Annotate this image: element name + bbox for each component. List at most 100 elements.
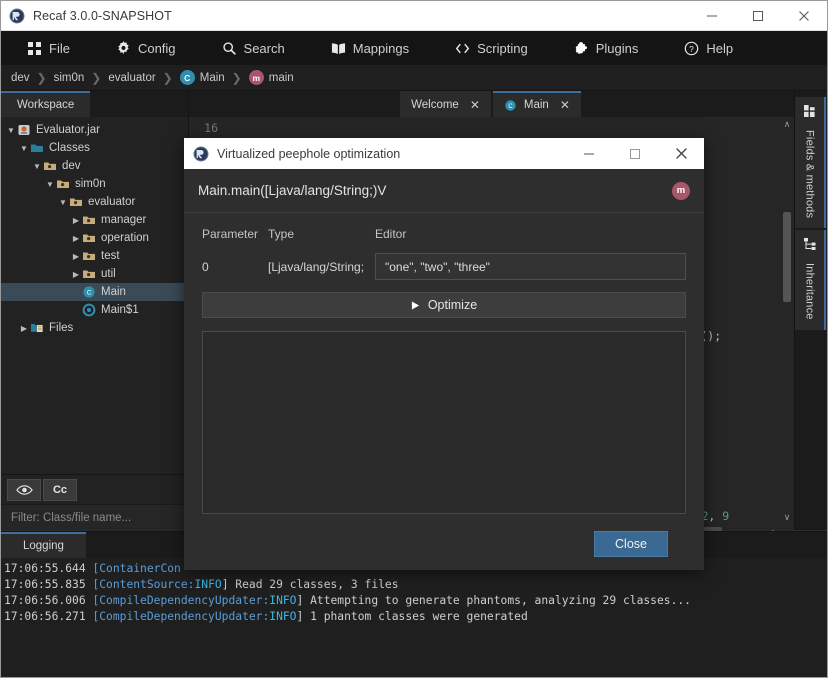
menu-label: Config (137, 40, 176, 56)
close-icon[interactable]: ✕ (560, 98, 570, 112)
dialog-close-button[interactable] (658, 139, 704, 169)
window-controls (689, 1, 827, 31)
menu-item-scripting[interactable]: Scripting (443, 37, 540, 60)
tree-item-operation[interactable]: ▶ operation (1, 229, 188, 247)
scrollbar-thumb[interactable] (783, 212, 791, 302)
grid-icon (27, 41, 42, 56)
editor-vertical-scrollbar[interactable]: ∧ ∨ (780, 117, 794, 524)
scroll-up-icon[interactable]: ∧ (780, 117, 794, 131)
tree-item-util[interactable]: ▶ util (1, 265, 188, 283)
filter-toolbar: Cc (1, 474, 188, 504)
table-row: 0 [Ljava/lang/String; "one", "two", "thr… (202, 253, 686, 280)
breadcrumb-separator: ❯ (36, 70, 47, 85)
minimize-button[interactable] (689, 1, 735, 31)
close-button[interactable] (781, 1, 827, 31)
parameter-value: "one", "two", "three" (385, 259, 490, 274)
tree-item-classes[interactable]: ▼ Classes (1, 139, 188, 157)
peephole-optimization-dialog: Virtualized peephole optimization Main.m… (184, 138, 704, 570)
tree-item-label: Classes (49, 142, 90, 154)
search-icon (222, 41, 237, 56)
breadcrumb-item-sim0n[interactable]: sim0n (54, 72, 85, 84)
tree-item-main-inner[interactable]: Main$1 (1, 301, 188, 319)
breadcrumb-separator: ❯ (162, 70, 173, 85)
tab-label: Main (523, 99, 549, 111)
svg-text:?: ? (689, 43, 694, 53)
eye-icon[interactable] (7, 478, 41, 501)
menu-label: Mappings (352, 40, 410, 56)
tab-workspace[interactable]: Workspace (1, 91, 91, 117)
tree-item-files[interactable]: ▶ Files (1, 319, 188, 337)
breadcrumb-item-main-class[interactable]: C Main (179, 70, 225, 85)
play-icon (411, 301, 420, 310)
chevron-down-icon[interactable]: ▼ (57, 198, 69, 207)
menu-item-mappings[interactable]: Mappings (319, 37, 421, 60)
log-message: ] Read 29 classes, 3 files (221, 578, 399, 591)
side-tab-fields-methods[interactable]: Fields & methods (795, 97, 826, 229)
chevron-down-icon[interactable]: ▼ (31, 162, 43, 171)
breadcrumb-item-main-method[interactable]: m main (248, 70, 294, 85)
breadcrumb-item-dev[interactable]: dev (11, 72, 30, 84)
chevron-right-icon[interactable]: ▶ (70, 234, 82, 243)
question-circle-icon: ? (684, 41, 699, 56)
chevron-down-icon[interactable]: ▼ (5, 126, 17, 135)
tree-item-evaluator-jar[interactable]: ▼ Evaluator.jar (1, 121, 188, 139)
maximize-button[interactable] (735, 1, 781, 31)
tree-item-label: evaluator (88, 196, 136, 208)
tree-item-evaluator[interactable]: ▼ evaluator (1, 193, 188, 211)
breadcrumb-item-evaluator[interactable]: evaluator (108, 72, 155, 84)
chevron-down-icon[interactable]: ▼ (44, 180, 56, 189)
tree-item-main[interactable]: C Main (1, 283, 188, 301)
menu-item-plugins[interactable]: Plugins (562, 37, 651, 60)
workspace-panel: Workspace ▼ Evaluator.jar ▼ Classes ▼ de… (1, 91, 189, 530)
menu-item-config[interactable]: Config (104, 37, 188, 60)
breadcrumb-label: evaluator (108, 71, 156, 84)
menu-item-search[interactable]: Search (210, 37, 297, 60)
case-sensitive-icon[interactable]: Cc (43, 478, 77, 501)
log-source: [ContainerCon (92, 562, 181, 575)
tree-item-sim0n[interactable]: ▼ sim0n (1, 175, 188, 193)
log-output[interactable]: 17:06:55.644 [ContainerCon 17:06:55.835 … (1, 558, 827, 677)
dialog-title: Virtualized peephole optimization (217, 146, 401, 161)
parameter-type: [Ljava/lang/String; (268, 259, 365, 274)
tab-welcome[interactable]: Welcome ✕ (400, 91, 491, 117)
tree-item-label: manager (101, 214, 147, 226)
tab-logging[interactable]: Logging (1, 532, 86, 558)
tree-item-manager[interactable]: ▶ manager (1, 211, 188, 229)
chevron-down-icon[interactable]: ▼ (18, 144, 30, 153)
tree-item-test[interactable]: ▶ test (1, 247, 188, 265)
log-timestamp: 17:06:56.006 (4, 594, 86, 607)
filter-placeholder: Filter: Class/file name... (11, 511, 132, 524)
chevron-right-icon[interactable]: ▶ (70, 252, 82, 261)
tab-spacer (189, 91, 400, 117)
package-icon (82, 267, 96, 281)
filter-input[interactable]: Filter: Class/file name... (1, 504, 188, 530)
scroll-down-icon[interactable]: ∨ (780, 510, 794, 524)
parameter-value-input[interactable]: "one", "two", "three" (375, 253, 686, 280)
side-tab-label: Fields & methods (803, 130, 816, 219)
menu-item-file[interactable]: File (15, 37, 82, 60)
chevron-right-icon[interactable]: ▶ (70, 216, 82, 225)
method-badge-icon: m (248, 70, 264, 85)
log-message: ] 1 phantom classes were generated (296, 610, 528, 623)
recaf-logo-icon (193, 146, 209, 162)
dialog-minimize-button[interactable] (566, 139, 612, 169)
package-icon (43, 159, 57, 173)
tree-item-label: test (101, 250, 120, 262)
optimize-button[interactable]: Optimize (202, 292, 686, 318)
method-badge-icon: m (672, 181, 690, 200)
tab-main[interactable]: C Main ✕ (492, 91, 581, 117)
side-tab-inheritance[interactable]: Inheritance (795, 230, 826, 330)
close-dialog-button[interactable]: Close (594, 531, 668, 557)
close-icon[interactable]: ✕ (470, 98, 480, 112)
chevron-right-icon[interactable]: ▶ (18, 324, 30, 333)
optimization-output[interactable] (202, 331, 686, 514)
side-tab-strip: Fields & methods Inheritance (794, 91, 827, 530)
svg-text:C: C (87, 290, 92, 297)
dialog-maximize-button[interactable] (612, 139, 658, 169)
tree-item-dev[interactable]: ▼ dev (1, 157, 188, 175)
class-icon: C (82, 285, 96, 299)
chevron-right-icon[interactable]: ▶ (70, 270, 82, 279)
menu-item-help[interactable]: ? Help (672, 37, 745, 60)
optimize-label: Optimize (427, 298, 478, 312)
log-level: INFO (269, 610, 297, 623)
